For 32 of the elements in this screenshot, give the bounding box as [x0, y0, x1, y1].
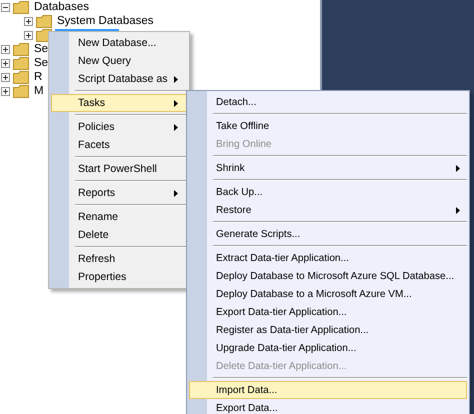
menu-item[interactable]: Restore [189, 201, 467, 219]
menu-item[interactable]: Deploy Database to a Microsoft Azure VM... [189, 285, 467, 303]
menu-item[interactable]: Back Up... [189, 183, 467, 201]
menu-item[interactable]: New Database... [51, 34, 187, 52]
menu-item[interactable]: Tasks [51, 94, 187, 112]
menu-item[interactable]: Properties [51, 268, 187, 286]
menu-item[interactable]: New Query [51, 52, 187, 70]
menu-item[interactable]: Refresh [51, 250, 187, 268]
menu-item[interactable]: Upgrade Data-tier Application... [189, 339, 467, 357]
menu-item[interactable]: Deploy Database to Microsoft Azure SQL Database... [189, 267, 467, 285]
menu-item[interactable]: Register as Data-tier Application... [189, 321, 467, 339]
tree-node[interactable]: M [32, 84, 46, 98]
menu-item[interactable]: Reports [51, 184, 187, 202]
tree-node[interactable]: System Databases [55, 14, 156, 28]
menu-item[interactable]: Detach... [189, 93, 467, 111]
menu-item[interactable]: Facets [51, 136, 187, 154]
menu-item[interactable]: Delete [51, 226, 187, 244]
menu-item[interactable]: Rename [51, 208, 187, 226]
menu-item[interactable]: Generate Scripts... [189, 225, 467, 243]
menu-item[interactable]: Export Data... [189, 399, 467, 414]
menu-item[interactable]: Import Data... [189, 381, 467, 399]
tree-node[interactable]: R [32, 70, 44, 84]
tree-node[interactable]: Databases [32, 0, 91, 14]
menu-item[interactable]: Export Data-tier Application... [189, 303, 467, 321]
tree-node[interactable]: Se [32, 42, 50, 56]
menu-item[interactable]: Start PowerShell [51, 160, 187, 178]
tree-node[interactable]: Se [32, 56, 50, 70]
menu-item[interactable]: Script Database as [51, 70, 187, 88]
menu-item[interactable]: Policies [51, 118, 187, 136]
menu-item[interactable]: Extract Data-tier Application... [189, 249, 467, 267]
menu-item[interactable]: Take Offline [189, 117, 467, 135]
menu-item[interactable]: Shrink [189, 159, 467, 177]
